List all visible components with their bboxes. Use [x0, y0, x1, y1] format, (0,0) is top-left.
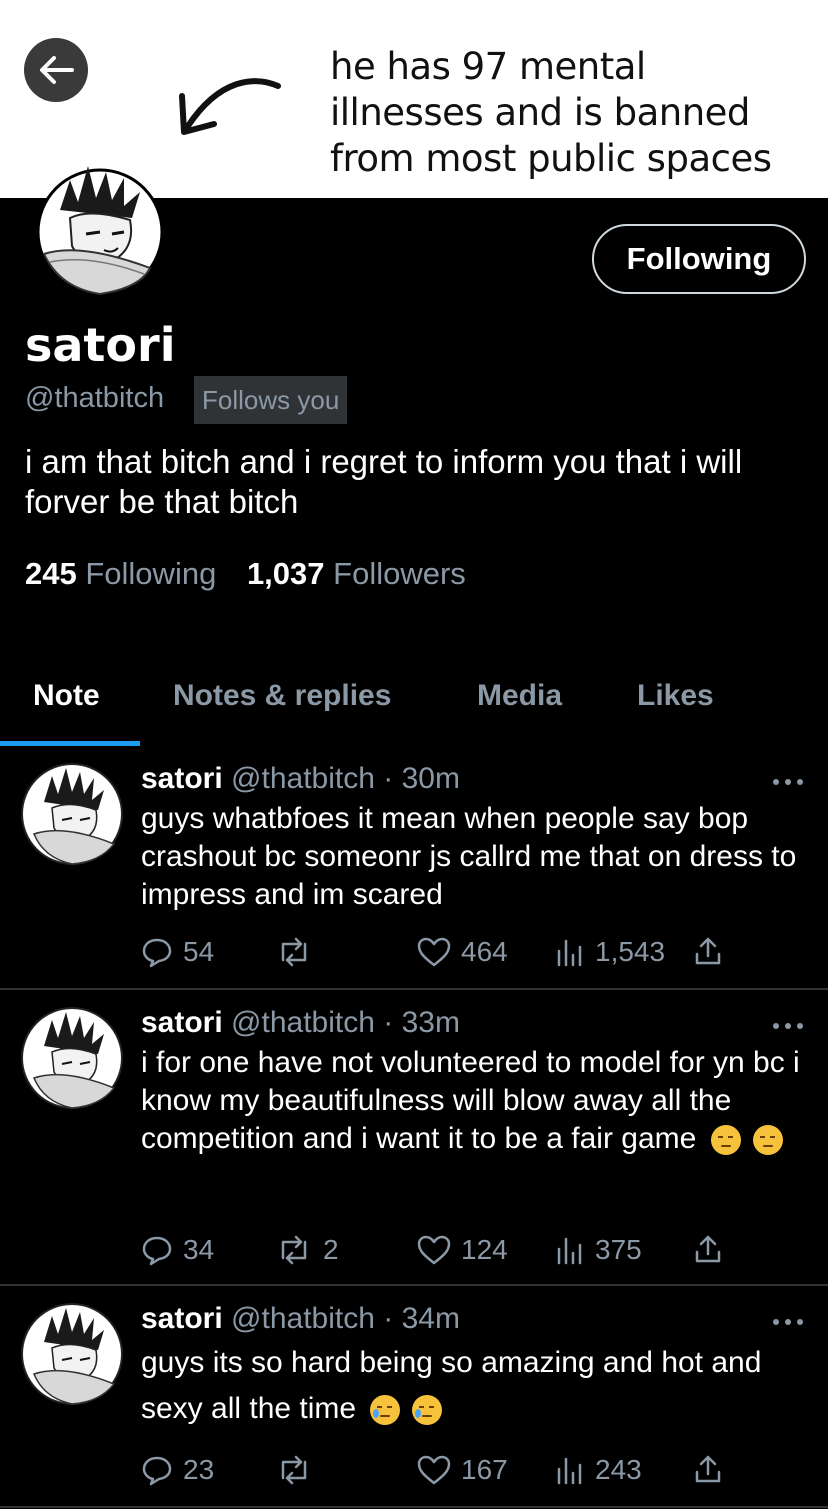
heart-icon — [417, 937, 451, 967]
tab-likes[interactable]: Likes — [637, 666, 714, 726]
like-count: 464 — [461, 936, 508, 967]
profile-name: satori — [25, 318, 176, 372]
like-button[interactable]: 464 — [417, 936, 508, 968]
post-meta: satori @thatbitch · 33m — [141, 1006, 460, 1040]
post-author-name: satori — [141, 1006, 223, 1039]
like-button[interactable]: 124 — [417, 1234, 508, 1266]
post-author-name: satori — [141, 1302, 223, 1335]
repost-button[interactable]: 2 — [275, 1234, 339, 1266]
reply-icon — [142, 1236, 172, 1266]
followers-label: Followers — [333, 556, 466, 591]
repost-count: 2 — [323, 1234, 339, 1265]
post-text-content: guys whatbfoes it mean when people say b… — [141, 802, 797, 911]
share-button[interactable] — [693, 1234, 723, 1264]
tab-media[interactable]: Media — [477, 666, 562, 726]
share-button[interactable] — [693, 936, 723, 966]
post-author-handle: @thatbitch — [231, 762, 375, 795]
views-button[interactable]: 375 — [555, 1234, 642, 1266]
tab-note[interactable]: Note — [33, 666, 100, 726]
arrow-left-icon — [40, 56, 74, 84]
pensive-face-emoji-icon — [752, 1125, 783, 1156]
banner-caption-line: illnesses and is banned — [330, 91, 750, 134]
following-label: Following — [85, 556, 217, 591]
crying-face-emoji-icon — [370, 1395, 401, 1426]
more-options-icon[interactable] — [770, 1016, 806, 1036]
crying-face-emoji-icon — [412, 1395, 443, 1426]
repost-button[interactable] — [275, 1454, 323, 1486]
share-icon — [695, 1455, 721, 1483]
following-button[interactable]: Following — [592, 224, 806, 294]
post-text: guys whatbfoes it mean when people say b… — [141, 800, 811, 914]
post-avatar[interactable] — [20, 762, 124, 866]
hand-drawn-arrow-icon — [179, 78, 281, 135]
followers-count: 1,037 — [246, 556, 325, 591]
heart-icon — [417, 1455, 451, 1485]
repost-icon — [281, 1235, 307, 1265]
post-timestamp: · 33m — [383, 1006, 460, 1039]
back-button[interactable] — [24, 38, 88, 102]
views-count: 1,543 — [595, 936, 666, 967]
banner-caption: he has 97 mental illnesses and is banned… — [330, 44, 810, 182]
reply-button[interactable]: 23 — [141, 1454, 214, 1486]
post-text: i for one have not volunteered to model … — [141, 1044, 811, 1158]
post-actions: 23 167 243 — [141, 1454, 811, 1494]
views-icon — [557, 939, 582, 967]
views-button[interactable]: 243 — [555, 1454, 642, 1486]
heart-icon — [417, 1235, 451, 1265]
following-count-link[interactable]: 245 Following — [25, 556, 216, 591]
share-icon — [695, 1235, 721, 1263]
post[interactable]: satori @thatbitch · 30m guys whatbfoes i… — [0, 746, 828, 990]
repost-button[interactable] — [275, 936, 323, 968]
banner-caption-line: from most public spaces — [330, 137, 772, 180]
profile-handle: @thatbitch — [25, 382, 165, 414]
share-button[interactable] — [693, 1454, 723, 1484]
reply-count: 34 — [183, 1234, 215, 1265]
like-button[interactable]: 167 — [417, 1454, 508, 1486]
post-text-content: guys its so hard being so amazing and ho… — [141, 1346, 762, 1425]
views-count: 243 — [595, 1454, 642, 1485]
like-count: 167 — [461, 1454, 508, 1485]
reply-count: 23 — [183, 1454, 215, 1485]
post-author-handle: @thatbitch — [231, 1302, 375, 1335]
post-text-content: i for one have not volunteered to model … — [141, 1046, 800, 1155]
reply-icon — [142, 1456, 172, 1486]
post-avatar[interactable] — [20, 1006, 124, 1110]
post-avatar[interactable] — [20, 1302, 124, 1406]
post-timestamp: · 34m — [383, 1302, 460, 1335]
pensive-face-emoji-icon — [710, 1125, 741, 1156]
follows-you-badge: Follows you — [194, 376, 348, 424]
reply-button[interactable]: 54 — [141, 936, 214, 968]
views-count: 375 — [595, 1234, 642, 1265]
reply-count: 54 — [183, 936, 215, 967]
views-button[interactable]: 1,543 — [555, 936, 665, 968]
post-actions: 54 464 1,543 — [141, 936, 811, 976]
post-author-name: satori — [141, 762, 223, 795]
following-count: 245 — [25, 556, 77, 591]
repost-icon — [281, 1455, 307, 1485]
repost-icon — [281, 937, 307, 967]
reply-button[interactable]: 34 — [141, 1234, 214, 1266]
post-timestamp: · 30m — [383, 762, 460, 795]
banner-caption-line: he has 97 mental — [330, 45, 646, 88]
share-icon — [695, 937, 721, 965]
post-actions: 34 2 124 375 — [141, 1234, 811, 1274]
post[interactable]: satori @thatbitch · 34m guys its so hard… — [0, 1286, 828, 1508]
post-meta: satori @thatbitch · 34m — [141, 1302, 460, 1336]
like-count: 124 — [461, 1234, 508, 1265]
profile-tabs: Note Notes & replies Media Likes — [0, 666, 828, 746]
profile-stats: 245 Following 1,037 Followers — [25, 556, 488, 592]
tab-notes-replies[interactable]: Notes & replies — [173, 666, 391, 726]
more-options-icon[interactable] — [770, 772, 806, 792]
profile-avatar[interactable] — [20, 158, 180, 298]
post-text: guys its so hard being so amazing and ho… — [141, 1340, 781, 1432]
views-icon — [557, 1457, 582, 1485]
post-meta: satori @thatbitch · 30m — [141, 762, 460, 796]
reply-icon — [142, 938, 172, 968]
followers-count-link[interactable]: 1,037 Followers — [247, 556, 466, 591]
more-options-icon[interactable] — [770, 1312, 806, 1332]
post-author-handle: @thatbitch — [231, 1006, 375, 1039]
profile-bio: i am that bitch and i regret to inform y… — [25, 443, 743, 520]
post[interactable]: satori @thatbitch · 33m i for one have n… — [0, 990, 828, 1286]
views-icon — [557, 1237, 582, 1265]
